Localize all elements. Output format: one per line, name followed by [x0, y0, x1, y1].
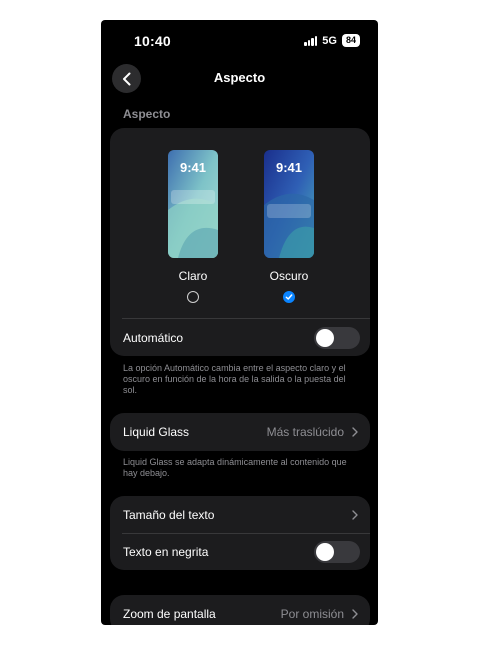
display-zoom-label: Zoom de pantalla	[123, 607, 216, 621]
chevron-right-icon	[352, 609, 358, 619]
bold-text-toggle[interactable]	[314, 541, 360, 563]
automatic-footnote: La opción Automático cambia entre el asp…	[123, 363, 346, 395]
chevron-right-icon	[352, 510, 358, 520]
bold-text-label: Texto en negrita	[123, 545, 209, 559]
automatic-label: Automático	[123, 331, 184, 345]
battery-icon: 84	[341, 34, 360, 47]
automatic-toggle[interactable]	[314, 327, 360, 349]
cellular-signal-icon	[304, 35, 318, 46]
display-zoom-value: Por omisión	[280, 607, 344, 621]
liquid-glass-value: Más traslúcido	[266, 425, 344, 439]
liquid-glass-footnote: Liquid Glass se adapta dinámicamente al …	[123, 457, 347, 478]
checkmark-icon	[285, 294, 293, 300]
phone-screen: 10:40 5G 84 Aspecto Aspecto 9:41 Claro 9…	[101, 20, 378, 625]
page-title: Aspecto	[213, 70, 266, 85]
status-time: 10:40	[134, 33, 171, 49]
toggle-knob	[316, 329, 334, 347]
dark-mode-label: Oscuro	[269, 269, 309, 283]
dark-mode-preview[interactable]: 9:41	[264, 150, 314, 258]
text-size-label: Tamaño del texto	[123, 508, 215, 522]
chevron-right-icon	[352, 427, 358, 437]
dark-mode-radio[interactable]	[283, 291, 295, 303]
status-bar: 10:40 5G 84	[101, 20, 378, 60]
light-mode-label: Claro	[178, 269, 208, 283]
light-mode-preview[interactable]: 9:41	[168, 150, 218, 258]
divider	[122, 318, 370, 319]
network-type: 5G	[322, 34, 337, 47]
text-settings-card: Tamaño del texto Texto en negrita	[110, 496, 370, 570]
dark-preview-time: 9:41	[275, 160, 303, 175]
display-zoom-row[interactable]: Zoom de pantalla Por omisión	[110, 595, 370, 625]
navigation-bar: Aspecto	[101, 64, 378, 98]
section-header: Aspecto	[123, 107, 171, 121]
status-indicators: 5G 84	[304, 34, 360, 47]
liquid-glass-label: Liquid Glass	[123, 425, 190, 439]
appearance-card: 9:41 Claro 9:41 Oscuro Automático	[110, 128, 370, 356]
light-preview-time: 9:41	[179, 160, 207, 175]
divider	[122, 533, 370, 534]
liquid-glass-row[interactable]: Liquid Glass Más traslúcido	[110, 413, 370, 451]
text-size-row[interactable]: Tamaño del texto	[110, 496, 370, 533]
light-mode-radio[interactable]	[187, 291, 199, 303]
toggle-knob	[316, 543, 334, 561]
